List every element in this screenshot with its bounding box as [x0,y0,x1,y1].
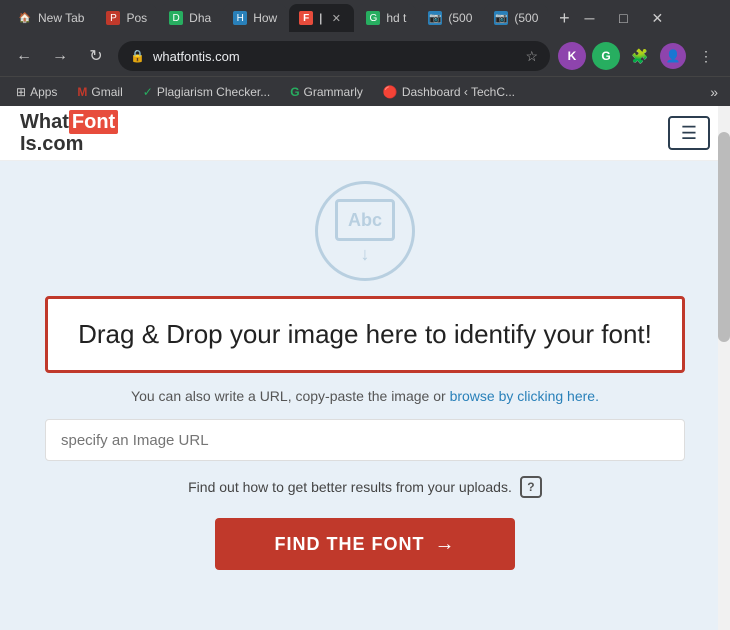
tab-label-post: Pos [126,11,147,25]
bookmark-grammarly[interactable]: G Grammarly [282,83,371,101]
logo-font-highlight: Font [69,110,118,134]
tab-close-whatfont[interactable]: ✕ [328,10,344,26]
tab-post[interactable]: P Pos [96,4,157,32]
url-input-container [45,419,685,461]
browser-chrome: 🏠 New Tab P Pos D Dha H How F | ✕ G hd t… [0,0,730,106]
bookmark-gmail-label: Gmail [91,85,122,99]
tab-how[interactable]: H How [223,4,287,32]
find-font-label: FIND THE FONT [275,534,425,555]
page-content: WhatFont Is.com ☰ Abc ↓ Drag & Drop your… [0,106,730,630]
tab-favicon-new-tab: 🏠 [18,11,32,25]
drag-drop-text: Drag & Drop your image here to identify … [78,319,652,349]
bookmark-grammarly-label: Grammarly [304,85,363,99]
window-controls: ─ □ ✕ [580,9,674,27]
tab-favicon-how: H [233,11,247,25]
tab-favicon-hdt: G [366,11,380,25]
extensions-icon[interactable]: 🧩 [626,42,654,70]
subtitle-text: You can also write a URL, copy-paste the… [131,388,446,404]
main-section: Abc ↓ Drag & Drop your image here to ide… [0,161,730,630]
question-mark: ? [527,480,534,494]
better-results-row: Find out how to get better results from … [188,476,542,498]
tab-whatfont[interactable]: F | ✕ [289,4,354,32]
apps-icon: ⊞ [16,85,26,99]
url-bar[interactable]: 🔒 whatfontis.com ☆ [118,41,550,71]
scrollbar[interactable] [718,106,730,630]
bookmark-apps[interactable]: ⊞ Apps [8,83,65,101]
logo-iscom: Is.com [20,133,83,155]
gmail-icon: M [77,85,87,99]
tab-500b[interactable]: 📷 (500 [484,4,548,32]
tab-label-how: How [253,11,277,25]
maximize-button[interactable]: □ [614,9,632,27]
address-bar: ← → ↻ 🔒 whatfontis.com ☆ K G 🧩 👤 ⋮ [0,36,730,76]
minimize-button[interactable]: ─ [580,9,598,27]
bookmark-dashboard-label: Dashboard ‹ TechC... [402,85,515,99]
tab-label-500a: (500 [448,11,472,25]
tab-favicon-dha: D [169,11,183,25]
tab-bar: 🏠 New Tab P Pos D Dha H How F | ✕ G hd t… [0,0,730,36]
browse-link[interactable]: browse by clicking here. [450,388,599,404]
plagiarism-icon: ✓ [143,85,153,99]
tab-500a[interactable]: 📷 (500 [418,4,482,32]
tab-favicon-whatfont: F [299,11,313,25]
bookmarks-more-button[interactable]: » [706,82,722,102]
reload-button[interactable]: ↻ [82,42,110,70]
grammarly-bm-icon: G [290,85,299,99]
bookmark-dashboard[interactable]: 🔴 Dashboard ‹ TechC... [375,83,523,101]
new-tab-button[interactable]: + [550,4,578,32]
site-logo: WhatFont Is.com [20,111,119,155]
download-arrow-icon: ↓ [361,245,370,263]
back-button[interactable]: ← [10,42,38,70]
abc-text: Abc [348,210,382,231]
image-url-input[interactable] [45,419,685,461]
hamburger-icon: ☰ [681,123,697,144]
browser-icons: K G 🧩 👤 ⋮ [558,42,720,70]
more-options-icon[interactable]: ⋮ [692,42,720,70]
tab-favicon-500b: 📷 [494,11,508,25]
tab-favicon-post: P [106,11,120,25]
help-button[interactable]: ? [520,476,542,498]
tab-dha[interactable]: D Dha [159,4,221,32]
drag-drop-zone[interactable]: Drag & Drop your image here to identify … [45,296,685,373]
profile-avatar-k[interactable]: K [558,42,586,70]
hamburger-menu-button[interactable]: ☰ [668,116,710,150]
abc-monitor: Abc [335,199,395,241]
tab-label-dha: Dha [189,11,211,25]
tab-label-new-tab: New Tab [38,11,84,25]
grammarly-icon[interactable]: G [592,42,620,70]
abc-circle: Abc ↓ [315,181,415,281]
bookmark-plagiarism-label: Plagiarism Checker... [157,85,270,99]
tab-favicon-500a: 📷 [428,11,442,25]
lock-icon: 🔒 [130,49,145,63]
url-text: whatfontis.com [153,49,517,64]
scrollbar-thumb[interactable] [718,132,730,342]
bookmarks-bar: ⊞ Apps M Gmail ✓ Plagiarism Checker... G… [0,76,730,106]
user-avatar[interactable]: 👤 [660,43,686,69]
drop-illustration: Abc ↓ [315,181,415,281]
site-header: WhatFont Is.com ☰ [0,106,730,161]
dashboard-icon: 🔴 [383,85,398,99]
tab-label-500b: (500 [514,11,538,25]
close-button[interactable]: ✕ [648,9,666,27]
forward-button[interactable]: → [46,42,74,70]
bookmark-plagiarism[interactable]: ✓ Plagiarism Checker... [135,83,278,101]
better-results-text: Find out how to get better results from … [188,479,512,495]
tab-hdt[interactable]: G hd t [356,4,416,32]
tab-label-hdt: hd t [386,11,406,25]
logo-what: What [20,111,69,133]
tab-new-tab[interactable]: 🏠 New Tab [8,4,94,32]
star-icon[interactable]: ☆ [525,48,538,65]
subtitle: You can also write a URL, copy-paste the… [131,388,599,404]
bookmark-gmail[interactable]: M Gmail [69,83,130,101]
arrow-right-icon: → [435,533,456,556]
find-font-button[interactable]: FIND THE FONT → [215,518,515,570]
bookmark-apps-label: Apps [30,85,57,99]
tab-label-whatfont: | [319,11,322,25]
